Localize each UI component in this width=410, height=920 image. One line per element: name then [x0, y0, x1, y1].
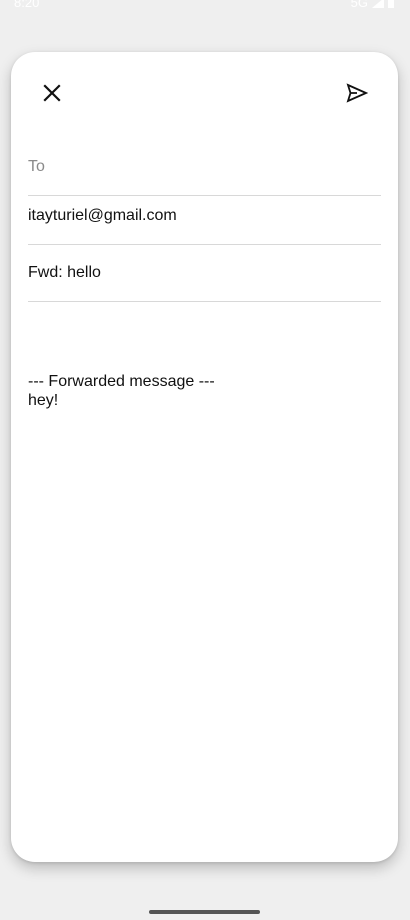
home-indicator[interactable] — [149, 910, 260, 914]
recipient-row[interactable]: itayturiel@gmail.com — [28, 196, 381, 245]
subject-field[interactable]: Fwd: hello — [28, 245, 381, 302]
recipient-address: itayturiel@gmail.com — [28, 207, 177, 224]
network-label: 5G — [350, 0, 368, 10]
to-field — [28, 148, 381, 196]
signal-icon — [372, 0, 384, 8]
status-time: 8:20 — [14, 0, 40, 10]
compose-sheet: itayturiel@gmail.com Fwd: hello --- Forw… — [11, 52, 398, 862]
status-indicators: 5G — [351, 0, 394, 10]
subject-text: Fwd: hello — [28, 264, 101, 281]
battery-icon — [388, 0, 394, 8]
send-button[interactable] — [339, 75, 375, 111]
message-body[interactable]: --- Forwarded message --- hey! — [28, 372, 381, 410]
send-icon — [346, 83, 368, 103]
status-bar: 8:20 5G — [0, 0, 410, 14]
body-text: hey! — [28, 392, 59, 409]
to-input[interactable] — [28, 158, 381, 176]
close-icon — [43, 84, 61, 102]
forwarded-header: --- Forwarded message --- — [28, 373, 215, 390]
close-button[interactable] — [34, 75, 70, 111]
